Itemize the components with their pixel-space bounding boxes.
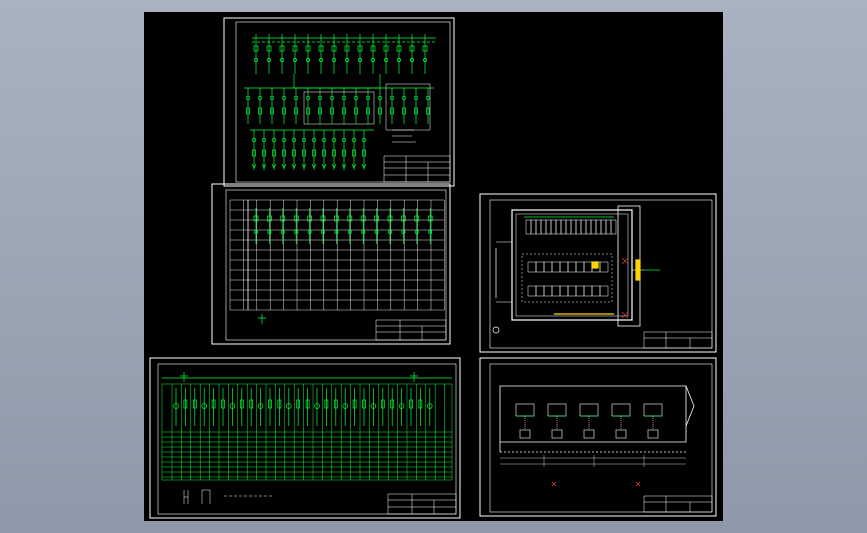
cabinet	[600, 219, 607, 235]
cabinet	[567, 285, 577, 297]
elevation-symbols	[162, 372, 452, 426]
cabinet	[590, 219, 597, 235]
sheet-substation-floor-plan[interactable]	[479, 193, 717, 353]
plan-green-symbols	[492, 216, 660, 334]
section-outline	[499, 385, 695, 453]
middle-busbar-feeders	[244, 87, 434, 125]
cabinet	[610, 219, 617, 235]
lower-feeders	[250, 129, 374, 170]
transformer-unit	[547, 403, 567, 417]
sheet-equipment-layout-section[interactable]	[479, 357, 717, 517]
cabinet	[580, 219, 587, 235]
cabinet	[583, 261, 593, 273]
cabinet	[570, 219, 577, 235]
cabinet	[585, 219, 592, 235]
schedule-table-grid	[229, 199, 445, 311]
building-walls	[511, 205, 644, 327]
cabinet	[583, 285, 593, 297]
pad-unit	[519, 429, 531, 439]
sheet-main-wiring-diagram[interactable]	[223, 17, 455, 187]
cabinet	[599, 261, 609, 273]
cad-drawing-sheets	[149, 17, 717, 519]
transformer-unit	[611, 403, 631, 417]
cabinet	[567, 261, 577, 273]
cabinet	[605, 219, 612, 235]
cabinet	[575, 219, 582, 235]
pad-unit	[615, 429, 627, 439]
pad-unit	[647, 429, 659, 439]
transformer-unit	[643, 403, 663, 417]
sheet4-title-block	[387, 493, 457, 515]
sheet1-title-block	[383, 155, 451, 183]
cabinet	[543, 261, 553, 273]
cabinet	[551, 261, 561, 273]
section-markers	[551, 481, 641, 487]
sheet2-title-block	[375, 319, 447, 341]
section-equipment-units	[515, 403, 663, 439]
sheet-panel-elevation-schedule[interactable]	[149, 357, 461, 519]
sheet1-notes	[385, 83, 431, 143]
upper-busbar-feeders	[252, 34, 436, 89]
cabinet	[530, 219, 537, 235]
cabinet	[535, 219, 542, 235]
ground-symbol	[410, 372, 418, 382]
pad-unit	[583, 429, 595, 439]
transformer-unit	[515, 403, 535, 417]
transformer-unit	[579, 403, 599, 417]
sheet5-title-block	[643, 495, 713, 513]
cabinet	[545, 219, 552, 235]
equipment-zone	[521, 253, 613, 303]
cabinet	[575, 285, 585, 297]
pad-unit	[551, 429, 563, 439]
cabinet	[591, 285, 601, 297]
tie-line	[293, 74, 381, 89]
cabinet	[540, 219, 547, 235]
cabinet	[525, 219, 532, 235]
cabinet	[599, 285, 609, 297]
schedule-circuits	[253, 208, 433, 324]
plan-highlights	[554, 259, 641, 315]
cabinet	[555, 219, 562, 235]
switchgear-box	[303, 91, 375, 125]
cabinet	[527, 261, 537, 273]
drawing-canvas[interactable]	[144, 12, 723, 521]
cabinet	[595, 219, 602, 235]
cabinet	[560, 219, 567, 235]
cabinet	[550, 219, 557, 235]
sheet3-title-block	[643, 331, 713, 349]
ground-symbol	[180, 372, 188, 382]
plan-annotations	[621, 257, 629, 319]
cabinet	[575, 261, 585, 273]
cabinet	[559, 261, 569, 273]
cabinet	[527, 285, 537, 297]
section-dimensions	[500, 455, 686, 467]
ground-symbol	[258, 314, 266, 324]
cabinet	[543, 285, 553, 297]
cabinet	[565, 219, 572, 235]
cabinet	[535, 261, 545, 273]
plan-cabinets	[496, 219, 617, 303]
elevation-table-grid	[161, 383, 453, 481]
sheet4-legend	[183, 489, 272, 504]
cabinet	[559, 285, 569, 297]
cabinet	[551, 285, 561, 297]
sheet-switchgear-schedule[interactable]	[211, 183, 451, 345]
cabinet	[535, 285, 545, 297]
